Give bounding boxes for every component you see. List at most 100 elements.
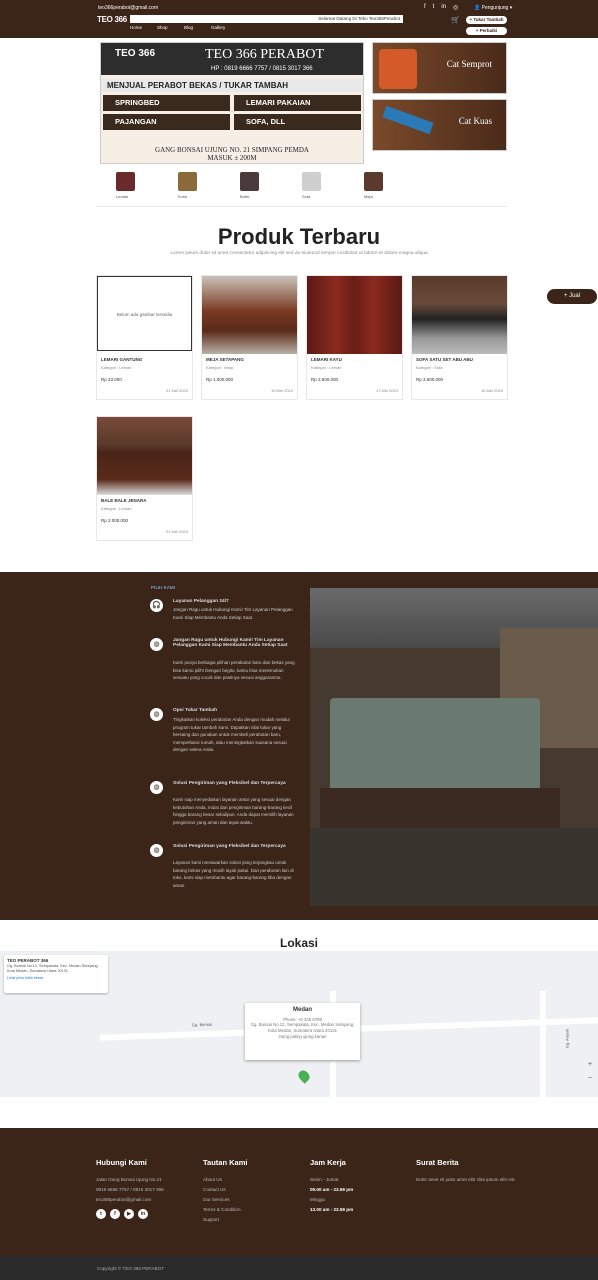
banner-item: SOFA, DLL <box>234 114 361 130</box>
ad-label: Cat Kuas <box>458 116 492 126</box>
product-name: BALE BALE JENARA <box>101 498 147 503</box>
instagram-icon[interactable]: ◎ <box>453 4 458 11</box>
tukar-tambah-button[interactable]: + Tukar Tambah <box>466 16 507 24</box>
promo-banner[interactable]: TEO 366 TEO 366 PERABOT HP : 0819 6666 7… <box>100 42 364 164</box>
hours-day: Senin - Jumat <box>310 1177 339 1182</box>
brush-image <box>382 105 434 135</box>
map-info-card: TEO PERABOT 366 Gg. Bonsai No.12, Sempak… <box>4 955 108 993</box>
facebook-icon[interactable]: f <box>110 1209 120 1219</box>
footer-link[interactable]: Terms & Condition <box>203 1207 293 1213</box>
category-item[interactable]: Bufet <box>220 172 282 204</box>
location-title: Lokasi <box>279 936 318 950</box>
welcome-marquee: Selamat Datang Di Teko Teo366Perabot <box>130 15 403 23</box>
product-card[interactable]: BALE BALE JENARA Kategori : Lemari Rp 2.… <box>96 416 193 541</box>
header-email[interactable]: teo366perabot@gmail.com <box>98 5 158 11</box>
product-card[interactable]: SOFA SATU SET ABU ABU Kategori : Sofa Rp… <box>411 275 508 400</box>
footer-email: teo366perabot@gmail.com <box>96 1197 152 1202</box>
product-card[interactable]: MEJA SETAPANG Kategori : Meja Rp 1.000.0… <box>201 275 298 400</box>
product-card[interactable]: Belum ada gambar tersedia LEMARI GANTUNG… <box>96 275 193 400</box>
main-nav: Home Shop Blog Gallery <box>130 25 238 30</box>
footer-phone: 0819 6666 7757 / 0815 3017 366 <box>96 1187 164 1192</box>
footer-hours: Jam Kerja Senin - Jumat 09.00 am - 23.59… <box>310 1158 400 1217</box>
footer-link[interactable]: Support <box>203 1217 293 1223</box>
banner-item: PAJANGAN <box>103 114 230 130</box>
product-date: 21 Mei 2024 <box>165 529 188 534</box>
nav-home[interactable]: Home <box>130 25 157 30</box>
nav-gallery[interactable]: Gallery <box>211 25 238 30</box>
product-card[interactable]: LEMARI KAYU Kategori : Lemari Rp 2.500.0… <box>306 275 403 400</box>
jual-button[interactable]: + Jual <box>547 289 597 304</box>
banner-title: TEO 366 PERABOT <box>205 47 324 62</box>
product-price: Rp 1.000.000 <box>206 377 234 382</box>
feature-text: Layanan kami menawarkan solusi yang terj… <box>173 860 294 888</box>
map-street-label: Gg. Anyelir <box>564 1028 570 1049</box>
footer-links: Tautan Kami About Us Contact Us Our Serv… <box>203 1158 293 1227</box>
product-category: Kategori : Meja <box>206 365 233 370</box>
footer-heading: Surat Berita <box>416 1158 459 1167</box>
popup-title: Medan <box>292 1007 312 1013</box>
product-date: 16 Mei 2024 <box>480 388 503 393</box>
product-image <box>412 276 507 354</box>
footer-link[interactable]: Contact Us <box>203 1187 293 1193</box>
category-item[interactable]: Sofa <box>282 172 344 204</box>
footer-heading: Hubungi Kami <box>96 1158 147 1167</box>
feature-text: Kami siap menyediakan layanan antar yang… <box>173 797 294 825</box>
ad-label: Cat Semprot <box>446 59 492 69</box>
product-date: 17 Mei 2024 <box>375 388 398 393</box>
twitter-icon[interactable]: t <box>433 4 435 11</box>
facebook-icon[interactable]: f <box>424 4 426 11</box>
account-menu[interactable]: 👤 Pengunjung ▾ <box>474 5 512 11</box>
perbaiki-button[interactable]: + Perbaiki <box>466 27 507 35</box>
twitter-icon[interactable]: t <box>96 1209 106 1219</box>
youtube-icon[interactable]: ▶ <box>124 1209 134 1219</box>
linkedin-icon[interactable]: in <box>441 4 446 11</box>
nav-blog[interactable]: Blog <box>184 25 211 30</box>
category-item[interactable]: Meja <box>344 172 406 204</box>
product-category: Kategori : Lemari <box>101 506 132 511</box>
product-name: LEMARI GANTUNG <box>101 357 143 362</box>
product-price: Rp 3.500.000 <box>416 377 444 382</box>
popup-text-2: Gang paling ujung kanan <box>278 1034 327 1039</box>
map-embed[interactable]: TEO PERABOT 366 Gg. Bonsai No.12, Sempak… <box>0 951 598 1097</box>
why-tag: PILIH KAMI <box>151 585 175 590</box>
map-larger-link[interactable]: Lihat peta lebih besar <box>7 976 105 980</box>
site-logo[interactable]: TEO 366 <box>97 15 127 24</box>
cart-icon[interactable]: 🛒 <box>451 16 460 24</box>
nav-shop[interactable]: Shop <box>157 25 184 30</box>
product-category: Kategori : Lemari <box>311 365 342 370</box>
feature-text: Jangan Ragu untuk Hubungi Kami! Tim Laya… <box>173 607 293 620</box>
map-place-address: Gg. Bonsai No.12, Sempakata, Kec. Medan … <box>7 964 99 973</box>
product-image <box>307 276 402 354</box>
product-price: Rp 2.500.000 <box>311 377 339 382</box>
headset-icon: 🎧 <box>150 599 163 612</box>
why-us-section: PILIH KAMI 🎧 Layanan Pelanggan 24/7 Jang… <box>0 572 598 920</box>
feature-title: Solusi Pengiriman yang Fleksibel dan Ter… <box>173 844 286 849</box>
footer-newsletter: Surat Berita Dolor amet sit justo amet e… <box>416 1158 516 1187</box>
globe-icon: ◍ <box>150 781 163 794</box>
globe-icon: ◍ <box>150 708 163 721</box>
footer-link[interactable]: Our Services <box>203 1197 293 1203</box>
zoom-in-icon[interactable]: + <box>588 1061 592 1068</box>
copyright: Copyright © TEO 366 PERABOT <box>0 1256 598 1280</box>
category-item[interactable]: Kursi <box>158 172 220 204</box>
footer-link[interactable]: About Us <box>203 1177 293 1183</box>
hours-time: 13.00 am - 23.59 pm <box>310 1207 354 1212</box>
ad-cat-semprot[interactable]: Cat Semprot <box>372 42 507 94</box>
compressor-image <box>379 49 417 89</box>
linkedin-icon[interactable]: in <box>138 1209 148 1219</box>
newsletter-text: Dolor amet sit justo amet elitr clita ip… <box>416 1177 516 1182</box>
product-name: MEJA SETAPANG <box>206 357 244 362</box>
ad-cat-kuas[interactable]: Cat Kuas <box>372 99 507 151</box>
map-street-label: Gg. Bonsai <box>191 1021 212 1028</box>
feature-title: Solusi Pengiriman yang Fleksibel dan Ter… <box>173 781 286 786</box>
banner-address: GANG BONSAI UJUNG NO. 21 SIMPANG PEMDA M… <box>101 146 363 162</box>
banner-address-line: GANG BONSAI UJUNG NO. 21 SIMPANG PEMDA <box>155 146 309 154</box>
hours-time: 09.00 am - 23.59 pm <box>310 1187 354 1192</box>
zoom-out-icon[interactable]: − <box>588 1075 592 1082</box>
map-pin-icon[interactable] <box>296 1068 312 1084</box>
footer-address: Jalan Gang Bonsai Ujung No.21 <box>96 1177 162 1182</box>
category-item[interactable]: Lemari <box>96 172 158 204</box>
header-social-icons: f t in ◎ <box>424 4 458 11</box>
footer-social: t f ▶ in <box>96 1209 196 1219</box>
banner-logo: TEO 366 <box>115 48 156 59</box>
